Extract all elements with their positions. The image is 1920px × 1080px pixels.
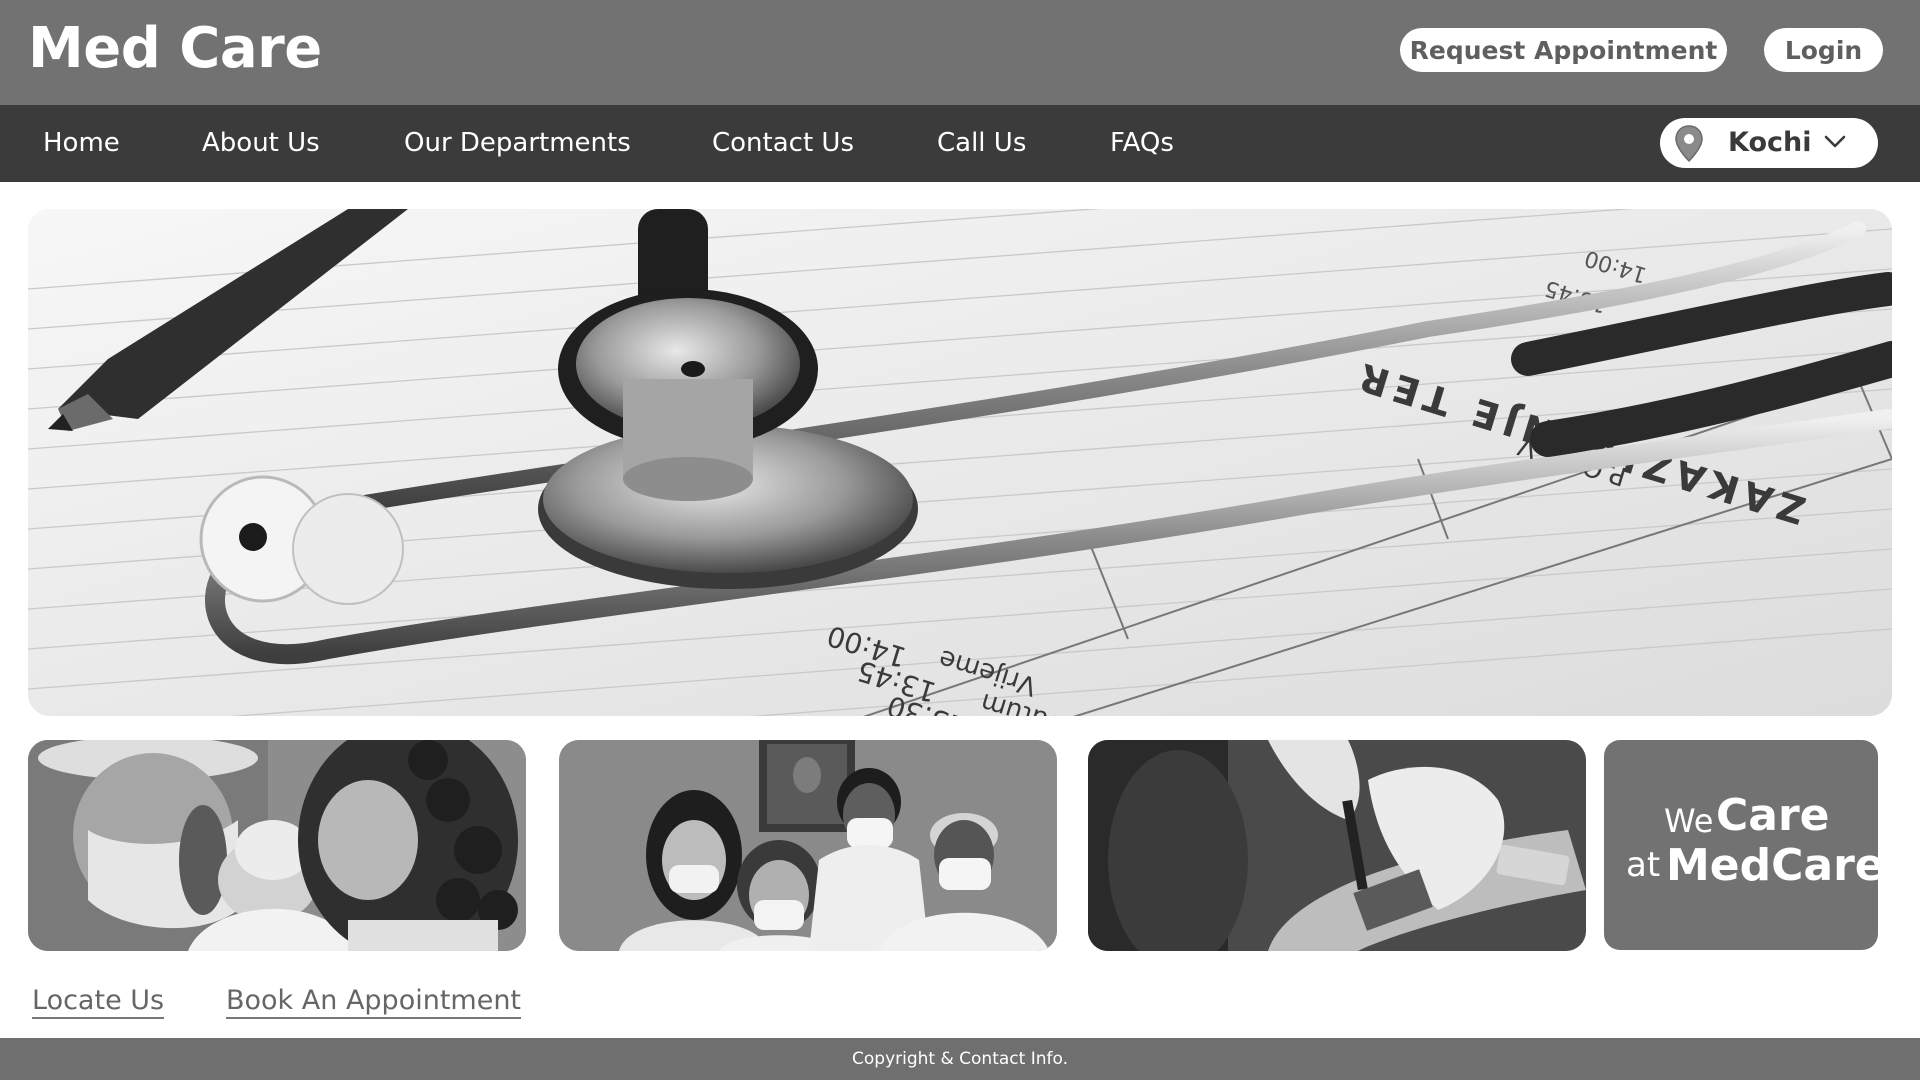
nav-item-about-us[interactable]: About Us (202, 105, 320, 182)
masked-group-portrait-image (559, 740, 1057, 951)
promo-care-text: Care (1716, 790, 1830, 841)
promo-at-text: at (1626, 845, 1661, 885)
request-appointment-button[interactable]: Request Appointment (1400, 28, 1727, 72)
location-select[interactable]: Kochi (1660, 118, 1878, 168)
footer-text: Copyright & Contact Info. (852, 1049, 1068, 1069)
we-care-promo-card[interactable]: We Care at MedCare (1604, 740, 1885, 950)
nav-item-faqs[interactable]: FAQs (1110, 105, 1174, 182)
book-appointment-link[interactable]: Book An Appointment (226, 985, 522, 1019)
newborn-with-medical-staff-image (28, 740, 526, 951)
nav-item-home[interactable]: Home (43, 105, 120, 182)
chevron-down-icon (1824, 135, 1846, 148)
nav-item-call-us[interactable]: Call Us (937, 105, 1026, 182)
locate-us-link[interactable]: Locate Us (32, 985, 165, 1019)
main-nav: Home About Us Our Departments Contact Us… (0, 105, 1920, 182)
promo-medcare-text: MedCare (1666, 840, 1885, 891)
nav-item-our-departments[interactable]: Our Departments (404, 105, 631, 182)
brand-logo[interactable]: Med Care (28, 16, 322, 81)
hero-banner: 14:00 13:45 13:30 Vrijeme Datum POZIV ZA… (28, 209, 1892, 716)
procedure-card[interactable] (1088, 740, 1586, 951)
hero-stethoscope-image: 14:00 13:45 13:30 Vrijeme Datum POZIV ZA… (28, 209, 1892, 716)
location-value: Kochi (1728, 127, 1812, 158)
newborn-care-card[interactable] (28, 740, 526, 951)
login-button[interactable]: Login (1764, 28, 1883, 72)
gloved-hands-procedure-image (1088, 740, 1586, 951)
top-header: Med Care Request Appointment Login (0, 0, 1920, 105)
team-card[interactable] (559, 740, 1057, 951)
map-pin-icon (1675, 125, 1703, 163)
footer: Copyright & Contact Info. (0, 1038, 1920, 1080)
promo-we-text: We (1664, 802, 1714, 840)
nav-item-contact-us[interactable]: Contact Us (712, 105, 854, 182)
